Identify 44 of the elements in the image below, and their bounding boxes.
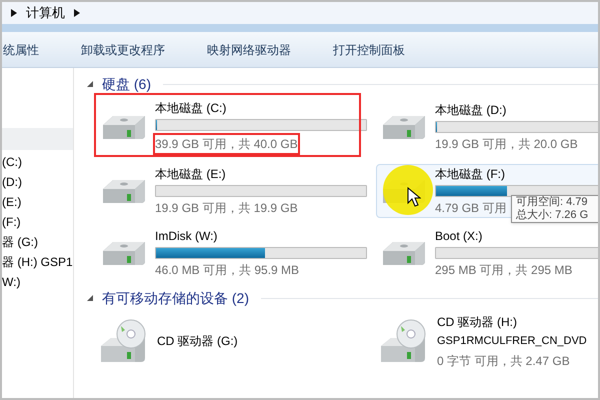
volume-label: GSP1RMCULFRER_CN_DVD	[437, 334, 587, 349]
free-space-text: 46.0 MB 可用，共 95.9 MB	[155, 262, 300, 279]
navigation-item[interactable]: (E:)	[2, 192, 73, 212]
free-space-text: 39.9 GB 可用，共 40.0 GB	[153, 133, 300, 155]
drive-name: 本地磁盘 (C:)	[155, 100, 228, 117]
group-header[interactable]: 有可移动存储的设备 (2)	[86, 288, 598, 308]
breadcrumb[interactable]: 计算机	[26, 3, 65, 23]
triangle-icon	[73, 8, 81, 18]
drive-name: CD 驱动器 (H:)	[437, 314, 518, 331]
drive-tile[interactable]: 本地磁盘 (D:) 19.9 GB 可用，共 20.0 GB	[376, 98, 598, 156]
free-space-text: 0 字节 可用，共 2.47 GB	[437, 352, 570, 370]
drive-tile[interactable]: ImDisk (W:) 46.0 MB 可用，共 95.9 MB	[96, 226, 376, 280]
navigation-item[interactable]: (F:)	[2, 212, 73, 232]
toolbar-button[interactable]: 统属性	[2, 40, 43, 58]
navigation-item[interactable]: 器 (H:) GSP1	[2, 252, 73, 272]
drive-name: CD 驱动器 (G:)	[157, 333, 238, 350]
navigation-item[interactable]: 器 (G:)	[2, 232, 73, 252]
cursor-highlight	[383, 165, 433, 215]
cursor-icon	[407, 187, 421, 207]
drive-name: 本地磁盘 (F:)	[435, 166, 506, 183]
toolbar-button[interactable]: 打开控制面板	[329, 40, 409, 58]
drive-name: Boot (X:)	[435, 228, 484, 245]
drive-name: 本地磁盘 (E:)	[155, 166, 227, 183]
toolbar-button[interactable]: 卸载或更改程序	[77, 40, 169, 58]
drive-tile[interactable]: 本地磁盘 (C:) 39.9 GB 可用，共 40.0 GB	[96, 98, 376, 156]
navigation-item[interactable]: W:)	[2, 272, 73, 292]
navigation-item[interactable]: (D:)	[2, 172, 73, 192]
tooltip-text: 可用空间: 4.79	[516, 196, 589, 209]
free-space-text: 19.9 GB 可用，共 20.0 GB	[435, 136, 578, 153]
free-space-text: 4.79 GB 可用	[435, 200, 506, 217]
toolbar-button[interactable]: 映射网络驱动器	[203, 40, 295, 58]
drive-tile[interactable]: Boot (X:) 295 MB 可用，共 295 MB	[376, 226, 598, 280]
group-header[interactable]: 硬盘 (6)	[86, 74, 598, 94]
drive-tile[interactable]: CD 驱动器 (H:) GSP1RMCULFRER_CN_DVD 0 字节 可用，共 2.47 GB	[376, 312, 598, 370]
navigation-header	[2, 128, 73, 150]
drive-tile[interactable]: CD 驱动器 (G:)	[96, 312, 376, 370]
address-bar[interactable]: 计算机	[2, 2, 598, 24]
free-space-text: 295 MB 可用，共 295 MB	[435, 262, 572, 279]
triangle-icon	[10, 8, 18, 18]
drive-tile[interactable]: 本地磁盘 (E:) 19.9 GB 可用，共 19.9 GB	[96, 164, 376, 218]
navigation-item[interactable]: (C:)	[2, 152, 73, 172]
free-space-text: 19.9 GB 可用，共 19.9 GB	[155, 200, 298, 217]
drive-name: ImDisk (W:)	[155, 228, 218, 245]
drive-name: 本地磁盘 (D:)	[435, 102, 508, 119]
